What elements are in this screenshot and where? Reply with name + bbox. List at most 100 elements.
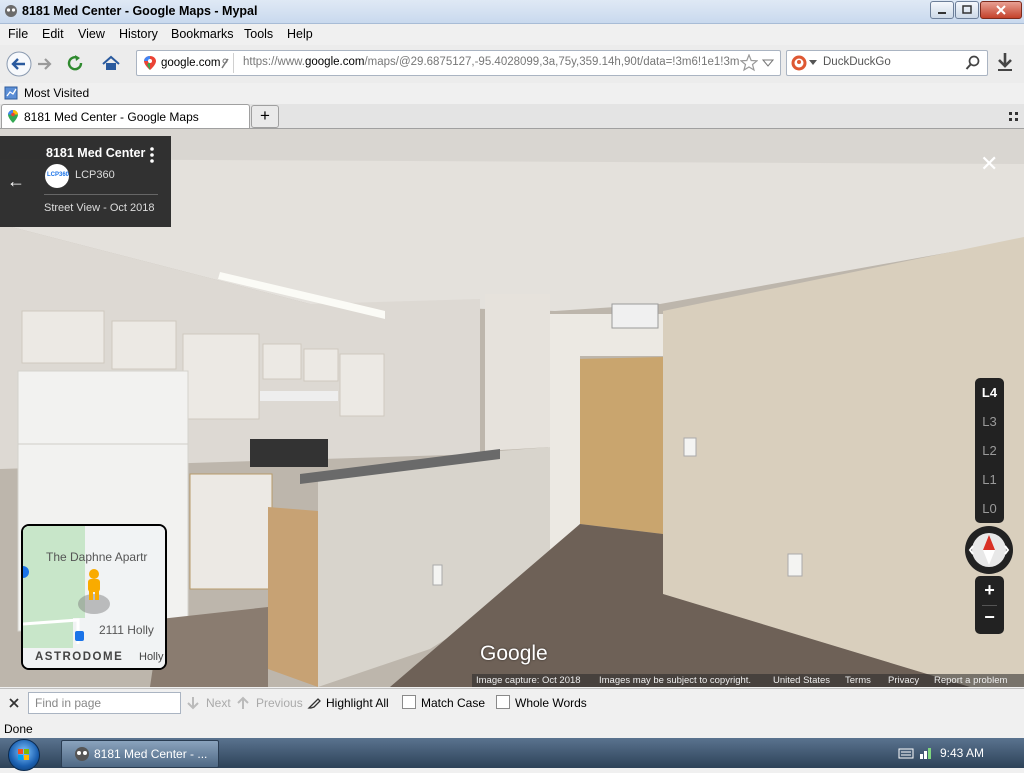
system-clock[interactable]: 9:43 AM (940, 746, 984, 760)
taskbar-item-label: 8181 Med Center - ... (94, 747, 208, 761)
image-capture-date: Image capture: Oct 2018 (476, 675, 581, 686)
minimize-icon (938, 12, 946, 14)
tab-bar: 8181 Med Center - Google Maps + (0, 104, 1024, 129)
downloads-button[interactable] (991, 50, 1019, 74)
menu-tools[interactable]: Tools (244, 27, 273, 41)
new-tab-button[interactable]: + (251, 105, 279, 128)
mini-map-label-holly: Holly (139, 651, 164, 663)
street-view-panorama[interactable]: ← 8181 Med Center LCP360 LCP360 Street V… (0, 129, 1024, 687)
tab-label: 8181 Med Center - Google Maps (24, 110, 199, 124)
find-placeholder: Find in page (35, 696, 102, 710)
google-maps-pin-icon (144, 56, 156, 70)
bookmark-most-visited[interactable]: Most Visited (24, 86, 89, 100)
level-l0[interactable]: L0 (975, 501, 1004, 516)
restore-icon (962, 5, 972, 14)
mypal-app-icon (5, 5, 17, 17)
site-identity[interactable]: google.com (139, 53, 234, 73)
contributor-logo-text: LCP360 (47, 172, 70, 178)
highlight-all-button[interactable]: Highlight All (326, 696, 389, 710)
whole-words-label[interactable]: Whole Words (515, 696, 587, 710)
place-title[interactable]: 8181 Med Center (46, 146, 145, 160)
previous-arrow-icon (237, 696, 249, 709)
contributor-name[interactable]: LCP360 (75, 169, 115, 181)
search-engine-name: DuckDuckGo (823, 56, 891, 68)
close-window-button[interactable] (980, 1, 1022, 19)
capture-date[interactable]: Street View - Oct 2018 (44, 202, 154, 214)
search-engine-dropdown-icon[interactable] (809, 60, 817, 66)
download-arrow-icon (998, 53, 1012, 71)
mini-map[interactable]: The Daphne Apartr 2111 Holly ASTRODOME H… (21, 524, 167, 670)
network-icon[interactable] (918, 745, 934, 761)
contributor-avatar[interactable]: LCP360 (45, 164, 69, 188)
floor-level-selector: L4 L3 L2 L1 L0 (975, 378, 1004, 523)
find-next-button[interactable]: Next (206, 696, 231, 710)
mini-map-label-address: 2111 Holly (99, 623, 154, 637)
home-button[interactable] (98, 51, 124, 77)
back-button[interactable] (6, 51, 32, 77)
search-bar[interactable]: DuckDuckGo (786, 50, 988, 76)
taskbar-browser-item[interactable]: 8181 Med Center - ... (61, 740, 219, 768)
title-bar: 8181 Med Center - Google Maps - Mypal (0, 0, 1024, 24)
zoom-in-button[interactable]: + (975, 580, 1004, 601)
search-icon[interactable] (965, 55, 981, 71)
zoom-divider (982, 605, 997, 606)
find-in-page-input[interactable]: Find in page (28, 692, 181, 714)
url-text[interactable]: https://www.google.com/maps/@29.6875127,… (243, 56, 739, 68)
highlighter-icon (307, 698, 321, 709)
start-button[interactable] (8, 739, 40, 771)
keyboard-icon[interactable] (898, 747, 914, 759)
menu-help[interactable]: Help (287, 27, 313, 41)
menu-history[interactable]: History (119, 27, 158, 41)
whole-words-checkbox[interactable] (496, 695, 510, 709)
menu-edit[interactable]: Edit (42, 27, 64, 41)
match-case-label[interactable]: Match Case (421, 696, 485, 710)
status-text: Done (4, 722, 33, 736)
forward-arrow-icon (38, 58, 52, 70)
level-l3[interactable]: L3 (975, 414, 1004, 429)
mini-map-label-daphne: The Daphne Apartr (46, 550, 148, 564)
menu-view[interactable]: View (78, 27, 105, 41)
street-view-back-button[interactable]: ← (0, 136, 32, 227)
menu-bookmarks[interactable]: Bookmarks (171, 27, 234, 41)
menu-file[interactable]: File (8, 27, 28, 41)
url-dropdown-icon[interactable] (762, 58, 774, 68)
copyright-notice: Images may be subject to copyright. (599, 675, 752, 686)
match-case-checkbox[interactable] (402, 695, 416, 709)
tab-list-icon[interactable] (1009, 112, 1019, 122)
find-previous-button[interactable]: Previous (256, 696, 303, 710)
zoom-out-button[interactable]: − (975, 607, 1004, 628)
duckduckgo-icon (791, 55, 807, 71)
terms-link[interactable]: Terms (845, 675, 871, 686)
minimize-button[interactable] (930, 1, 954, 19)
level-l2[interactable]: L2 (975, 443, 1004, 458)
more-options-icon[interactable] (148, 146, 156, 164)
mypal-taskbar-icon (75, 747, 89, 761)
close-icon: ✕ (980, 151, 999, 176)
info-card-divider (44, 194, 158, 195)
find-bar: Find in page Next Previous Highlight All… (0, 688, 1024, 717)
zoom-controls: + − (975, 576, 1004, 634)
bookmarks-toolbar: Most Visited (0, 84, 1024, 103)
close-icon (996, 5, 1006, 15)
level-l1[interactable]: L1 (975, 472, 1004, 487)
attribution-bar: Image capture: Oct 2018 Images may be su… (472, 674, 1024, 687)
level-l4[interactable]: L4 (975, 385, 1004, 400)
google-watermark: Google (480, 642, 548, 665)
compass-button[interactable] (965, 526, 1013, 574)
close-street-view-button[interactable]: ✕ (980, 151, 998, 177)
url-bar[interactable]: google.com https://www.google.com/maps/@… (136, 50, 781, 76)
bookmark-star-icon[interactable] (740, 54, 758, 72)
country-link[interactable]: United States (773, 675, 830, 686)
back-arrow-icon (6, 51, 32, 77)
report-problem-link[interactable]: Report a problem (934, 675, 1007, 686)
forward-button[interactable] (33, 51, 59, 77)
reload-button[interactable] (62, 51, 88, 77)
maximize-button[interactable] (955, 1, 979, 19)
google-maps-favicon (8, 110, 18, 123)
privacy-link[interactable]: Privacy (888, 675, 919, 686)
menu-bar: File Edit View History Bookmarks Tools H… (0, 24, 1024, 44)
tab-google-maps[interactable]: 8181 Med Center - Google Maps (1, 104, 250, 128)
site-domain: google.com (161, 57, 221, 69)
pegman-icon[interactable] (75, 566, 113, 614)
close-find-bar-icon[interactable] (9, 698, 19, 708)
